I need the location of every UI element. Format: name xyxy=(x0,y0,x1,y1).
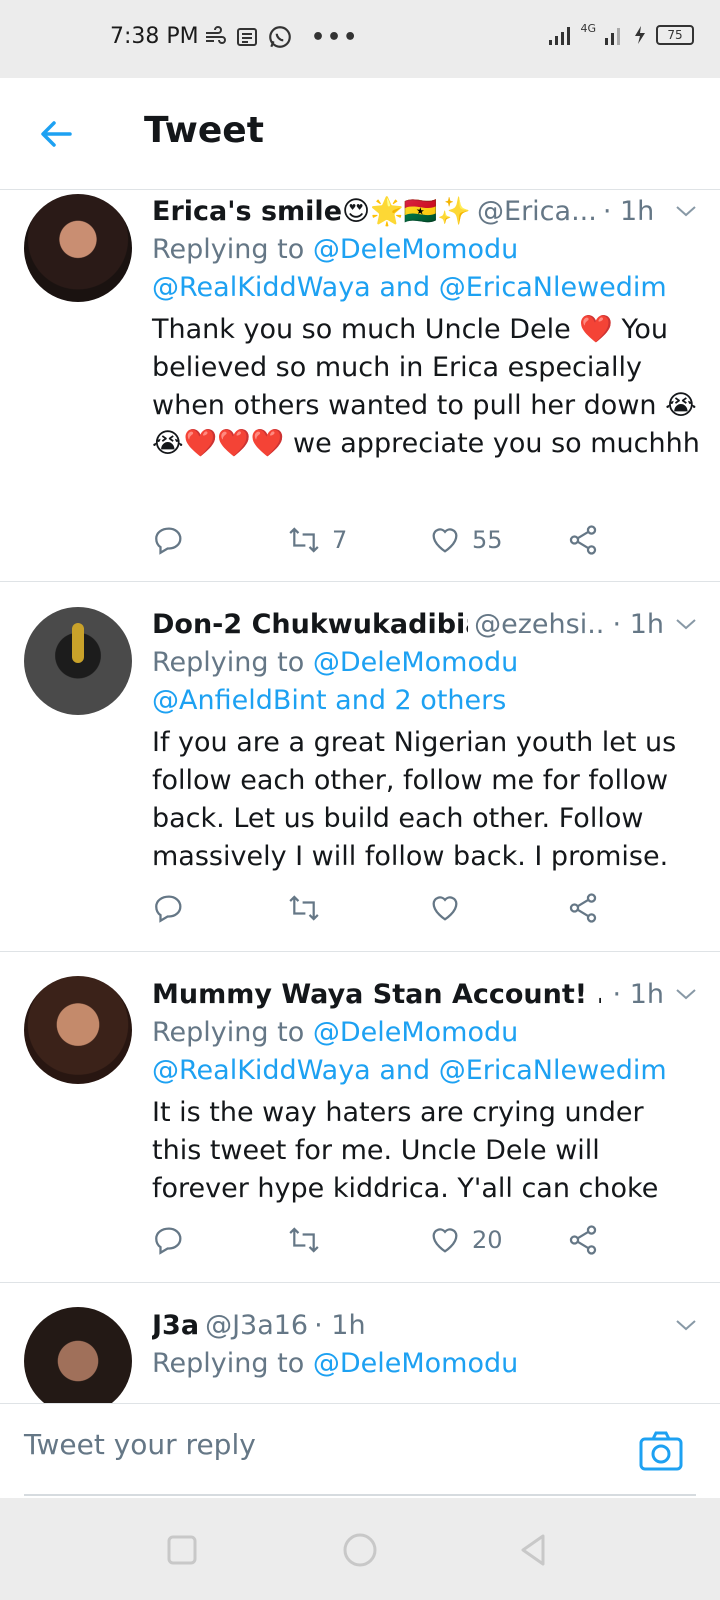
battery-level: 75 xyxy=(656,25,694,45)
replying-to-label: Replying to xyxy=(152,234,313,265)
tweet-author-handle[interactable]: @J3a16 xyxy=(205,1310,308,1341)
mention-link[interactable]: @EricaNlewedim xyxy=(439,272,667,303)
wind-icon xyxy=(206,26,226,44)
replying-and: and xyxy=(326,685,395,716)
replying-to-label: Replying to xyxy=(152,647,313,678)
tweet-author-name[interactable]: Mummy Waya Stan Account! ... xyxy=(152,979,601,1010)
avatar[interactable] xyxy=(24,607,132,715)
share-button[interactable] xyxy=(566,891,600,925)
reply-button[interactable] xyxy=(152,523,186,557)
like-button[interactable]: 20 xyxy=(428,1223,503,1257)
system-status: 4G 75 xyxy=(548,21,694,46)
heart-icon xyxy=(432,896,458,921)
back-icon[interactable] xyxy=(510,1526,558,1574)
home-icon[interactable] xyxy=(336,1526,384,1574)
tweet-author-name[interactable]: J3a xyxy=(152,1310,199,1341)
whatsapp-icon xyxy=(269,26,291,48)
retweet-icon xyxy=(289,527,319,553)
avatar[interactable] xyxy=(24,1307,132,1403)
status-bar: 7:38 PM ••• 4G 75 xyxy=(0,0,720,78)
like-count: 55 xyxy=(472,526,503,554)
notification-icons: ••• xyxy=(203,24,359,50)
chevron-down-icon[interactable] xyxy=(672,980,700,1008)
mention-link[interactable]: @DeleMomodu xyxy=(313,1348,518,1379)
system-nav-bar xyxy=(0,1498,720,1600)
like-button[interactable]: 55 xyxy=(428,523,503,557)
recents-icon[interactable] xyxy=(158,1526,206,1574)
signal-icon xyxy=(549,27,571,45)
tweet-author-name[interactable]: Erica's smile😍🌟🇬🇭✨ xyxy=(152,195,471,227)
mention-link[interactable]: 2 others xyxy=(395,685,507,716)
more-notifications-icon: ••• xyxy=(311,24,360,50)
reply-input[interactable]: Tweet your reply xyxy=(24,1428,256,1461)
replying-to: Replying to @DeleMomodu @AnfieldBint and… xyxy=(152,644,700,720)
tweet-author-name[interactable]: Don-2 Chukwukadibia xyxy=(152,609,468,640)
heart-icon xyxy=(432,1228,458,1253)
page-title: Tweet xyxy=(144,110,264,151)
reply-icon xyxy=(155,1227,182,1255)
tweet-actions xyxy=(152,891,612,931)
status-time: 7:38 PM xyxy=(110,24,199,49)
retweet-button[interactable] xyxy=(286,1223,332,1257)
tweet-author-handle[interactable]: @ezehsi... xyxy=(474,609,606,640)
reply-button[interactable] xyxy=(152,891,186,925)
tweet-item[interactable]: Don-2 Chukwukadibia @ezehsi... · 1h Repl… xyxy=(0,582,720,952)
heart-icon xyxy=(432,528,458,553)
tweet-actions: 7 55 xyxy=(152,523,612,563)
retweet-button[interactable]: 7 xyxy=(286,523,347,557)
mention-link[interactable]: @EricaNlewedim xyxy=(439,1055,667,1086)
share-button[interactable] xyxy=(566,1223,600,1257)
tweet-item[interactable]: Mummy Waya Stan Account! ... · 1h Replyi… xyxy=(0,952,720,1283)
camera-icon[interactable] xyxy=(638,1428,684,1474)
network-type: 4G xyxy=(580,21,596,35)
tweet-author-handle[interactable]: @Erica... xyxy=(477,196,597,227)
charging-icon xyxy=(635,26,645,44)
replying-to-label: Replying to xyxy=(152,1017,313,1048)
retweet-icon xyxy=(289,1227,319,1253)
tweet-time: · 1h xyxy=(612,608,664,640)
signal-2-icon xyxy=(605,28,620,45)
avatar[interactable] xyxy=(24,976,132,1084)
back-arrow-icon[interactable] xyxy=(34,112,78,156)
replying-and: and xyxy=(370,272,439,303)
chevron-down-icon[interactable] xyxy=(672,1311,700,1339)
tweet-text: Thank you so much Uncle Dele ❤️ You beli… xyxy=(152,314,700,459)
reply-icon xyxy=(155,895,182,923)
share-icon xyxy=(569,525,597,555)
share-icon xyxy=(569,893,597,923)
tweet-time: · 1h xyxy=(612,978,664,1010)
tweet-time: · 1h xyxy=(602,195,655,227)
replying-and: and xyxy=(370,1055,439,1086)
replying-to: Replying to @DeleMomodu xyxy=(152,1345,700,1383)
reply-button[interactable] xyxy=(152,1223,186,1257)
share-button[interactable] xyxy=(566,523,600,557)
replies-feed[interactable]: Erica's smile😍🌟🇬🇭✨ @Erica... · 1h Replyi… xyxy=(0,191,720,1403)
news-icon xyxy=(237,28,257,46)
reply-icon xyxy=(155,527,182,555)
chevron-down-icon[interactable] xyxy=(672,197,700,225)
avatar[interactable] xyxy=(24,194,132,302)
avatar-gold-accent xyxy=(72,623,84,663)
tweet-item[interactable]: J3a @J3a16 · 1h Replying to @DeleMomodu xyxy=(0,1283,720,1403)
retweet-count: 7 xyxy=(332,526,348,554)
replying-to: Replying to @DeleMomodu @RealKiddWaya an… xyxy=(152,1014,700,1090)
retweet-icon xyxy=(289,895,319,921)
replying-to: Replying to @DeleMomodu @RealKiddWaya an… xyxy=(152,231,700,307)
tweet-actions: 20 xyxy=(152,1223,612,1263)
tweet-text: If you are a great Nigerian youth let us… xyxy=(152,727,677,872)
tweet-time: · 1h xyxy=(314,1309,366,1341)
divider xyxy=(24,1494,696,1496)
replying-to-label: Replying to xyxy=(152,1348,313,1379)
like-button[interactable] xyxy=(428,891,472,925)
app-header: Tweet xyxy=(0,78,720,190)
tweet-item[interactable]: Erica's smile😍🌟🇬🇭✨ @Erica... · 1h Replyi… xyxy=(0,191,720,582)
tweet-text: It is the way haters are crying under th… xyxy=(152,1097,659,1204)
reply-composer: Tweet your reply xyxy=(0,1403,720,1496)
like-count: 20 xyxy=(472,1226,503,1254)
chevron-down-icon[interactable] xyxy=(672,610,700,638)
share-icon xyxy=(569,1225,597,1255)
retweet-button[interactable] xyxy=(286,891,332,925)
